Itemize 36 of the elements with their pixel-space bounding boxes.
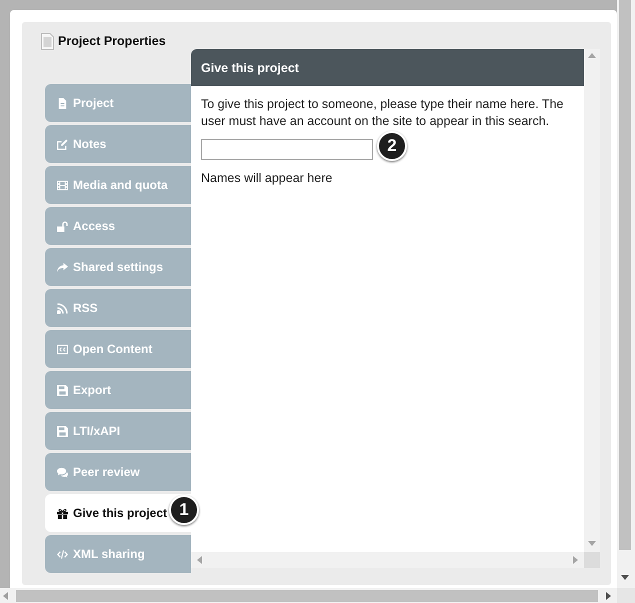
search-field[interactable] [201, 139, 373, 160]
scroll-left-arrow-icon[interactable] [197, 556, 202, 564]
sidebar-tab[interactable]: Media and quota [45, 166, 191, 204]
sidebar-tab[interactable]: Export [45, 371, 191, 409]
scroll-right-arrow-icon[interactable] [606, 592, 611, 600]
edit-icon [57, 138, 68, 150]
scroll-up-arrow-icon[interactable] [588, 53, 596, 58]
sidebar-tab[interactable]: Notes [45, 125, 191, 163]
sidebar-tab[interactable]: Open Content [45, 330, 191, 368]
sidebar-tab[interactable]: Project [45, 84, 191, 122]
scrollbar-thumb[interactable] [619, 0, 631, 550]
callout-marker: 2 [377, 131, 407, 161]
film-icon [57, 180, 68, 190]
sidebar-tab[interactable]: LTI/xAPI [45, 412, 191, 450]
scrollbar-corner [584, 552, 600, 568]
cc-icon [57, 344, 68, 354]
scrollbar-thumb[interactable] [16, 590, 598, 602]
share-icon [57, 262, 68, 272]
dialog-title: Project Properties [58, 34, 166, 48]
gift-icon [57, 508, 68, 518]
instruction-text: To give this project to someone, please type their name here. The user must have an account on the site to appear in this search. [201, 96, 564, 130]
sidebar-tab[interactable]: XML sharing [45, 535, 191, 573]
scroll-down-arrow-icon[interactable] [621, 575, 629, 580]
document-icon [41, 32, 54, 50]
code-icon [57, 548, 68, 560]
sidebar-tab[interactable]: Access [45, 207, 191, 245]
speech-bubbles-icon [57, 466, 68, 478]
unlock-icon [57, 220, 68, 232]
scroll-left-arrow-icon[interactable] [3, 592, 8, 600]
file-icon [57, 98, 68, 108]
rss-icon [57, 302, 68, 314]
results-hint-text: Names will appear here [201, 170, 334, 187]
panel-title: Give this project [191, 49, 584, 86]
sidebar-tab[interactable]: RSS [45, 289, 191, 327]
sidebar-tab[interactable]: Shared settings [45, 248, 191, 286]
sidebar-tab[interactable]: Peer review [45, 453, 191, 491]
